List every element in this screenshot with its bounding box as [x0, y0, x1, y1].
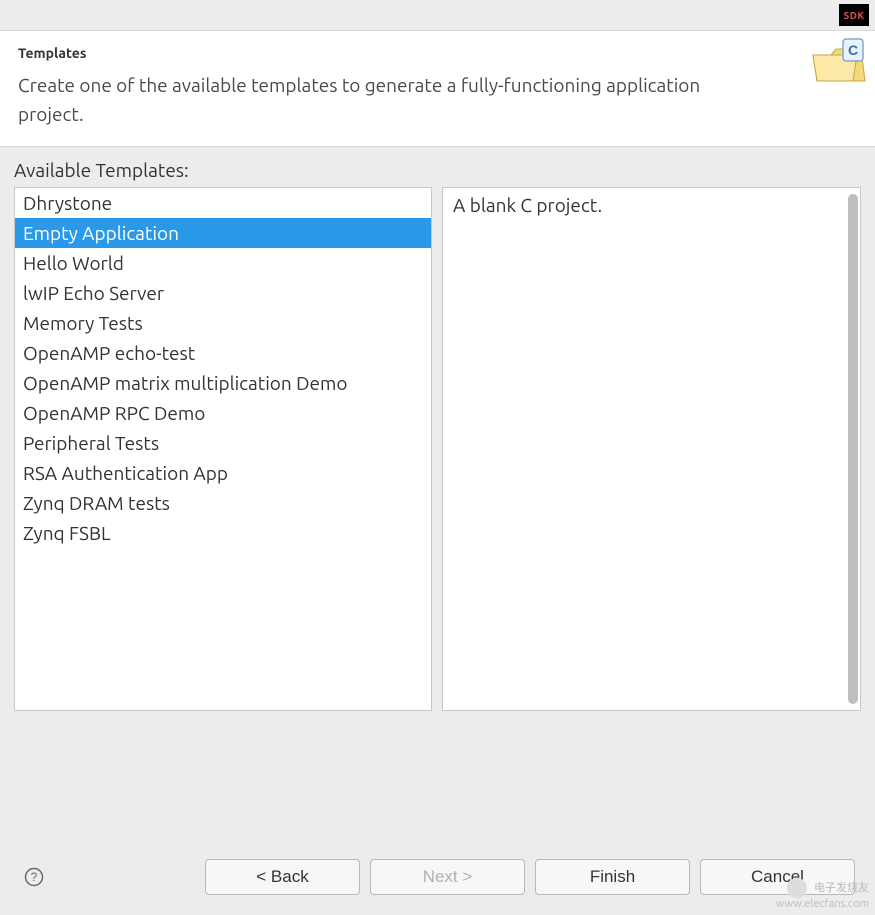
list-item[interactable]: Memory Tests	[15, 308, 431, 338]
watermark-line2: www.elecfans.com	[776, 898, 869, 910]
template-list[interactable]: DhrystoneEmpty ApplicationHello WorldlwI…	[14, 187, 432, 711]
sdk-icon: SDK	[839, 4, 869, 26]
help-button[interactable]: ?	[20, 863, 48, 891]
wizard-button-bar: ? < Back Next > Finish Cancel	[0, 859, 875, 895]
list-item[interactable]: Zynq FSBL	[15, 518, 431, 548]
template-description-pane: A blank C project.	[442, 187, 861, 711]
template-description-text: A blank C project.	[453, 194, 850, 216]
list-item[interactable]: Peripheral Tests	[15, 428, 431, 458]
folder-c-icon: C	[809, 37, 869, 93]
list-item[interactable]: lwIP Echo Server	[15, 278, 431, 308]
svg-text:C: C	[848, 42, 858, 58]
finish-button[interactable]: Finish	[535, 859, 690, 895]
cancel-button[interactable]: Cancel	[700, 859, 855, 895]
help-icon: ?	[24, 867, 44, 887]
next-button: Next >	[370, 859, 525, 895]
page-description: Create one of the available templates to…	[18, 71, 758, 128]
list-item[interactable]: RSA Authentication App	[15, 458, 431, 488]
list-item[interactable]: OpenAMP RPC Demo	[15, 398, 431, 428]
wizard-header: Templates Create one of the available te…	[0, 30, 875, 147]
title-bar: SDK	[0, 0, 875, 30]
scrollbar-thumb[interactable]	[848, 194, 858, 704]
list-item[interactable]: OpenAMP echo-test	[15, 338, 431, 368]
page-title: Templates	[18, 45, 857, 61]
content-area: Available Templates: DhrystoneEmpty Appl…	[0, 147, 875, 711]
list-item[interactable]: Dhrystone	[15, 188, 431, 218]
list-item[interactable]: Empty Application	[15, 218, 431, 248]
sdk-label: SDK	[843, 10, 864, 21]
list-item[interactable]: OpenAMP matrix multiplication Demo	[15, 368, 431, 398]
list-item[interactable]: Zynq DRAM tests	[15, 488, 431, 518]
back-button[interactable]: < Back	[205, 859, 360, 895]
svg-text:?: ?	[31, 870, 38, 884]
list-item[interactable]: Hello World	[15, 248, 431, 278]
available-templates-label: Available Templates:	[14, 159, 861, 181]
